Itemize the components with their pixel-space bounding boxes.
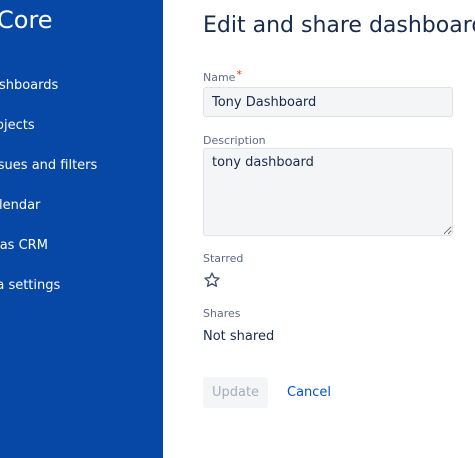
sidebar-item-jira-settings[interactable]: ra settings bbox=[0, 277, 60, 295]
name-input[interactable] bbox=[203, 87, 453, 117]
sidebar-title: Core bbox=[0, 6, 53, 34]
main-content: Edit and share dashboard Name* Descripti… bbox=[163, 0, 475, 458]
star-outline-icon[interactable] bbox=[203, 271, 221, 289]
sidebar-item-calendar[interactable]: alendar bbox=[0, 197, 40, 215]
name-label-text: Name bbox=[203, 71, 236, 84]
description-textarea[interactable]: tony dashboard bbox=[203, 148, 453, 236]
required-indicator: * bbox=[236, 68, 242, 81]
name-label: Name* bbox=[203, 68, 242, 85]
cancel-button[interactable]: Cancel bbox=[279, 377, 339, 408]
sidebar: Core ashboards rojects ssues and filters… bbox=[0, 0, 163, 458]
star-icon-graphic bbox=[204, 272, 220, 287]
update-button[interactable]: Update bbox=[203, 377, 268, 408]
sidebar-item-issues-and-filters[interactable]: ssues and filters bbox=[0, 157, 97, 175]
shares-value: Not shared bbox=[203, 329, 275, 344]
sidebar-item-atlas-crm[interactable]: tlas CRM bbox=[0, 237, 48, 255]
sidebar-item-dashboards[interactable]: ashboards bbox=[0, 77, 58, 95]
app-root: Core ashboards rojects ssues and filters… bbox=[0, 0, 475, 458]
starred-label: Starred bbox=[203, 252, 244, 265]
sidebar-item-projects[interactable]: rojects bbox=[0, 117, 35, 135]
page-title: Edit and share dashboard bbox=[203, 13, 475, 38]
description-label: Description bbox=[203, 134, 266, 147]
shares-label: Shares bbox=[203, 307, 241, 320]
